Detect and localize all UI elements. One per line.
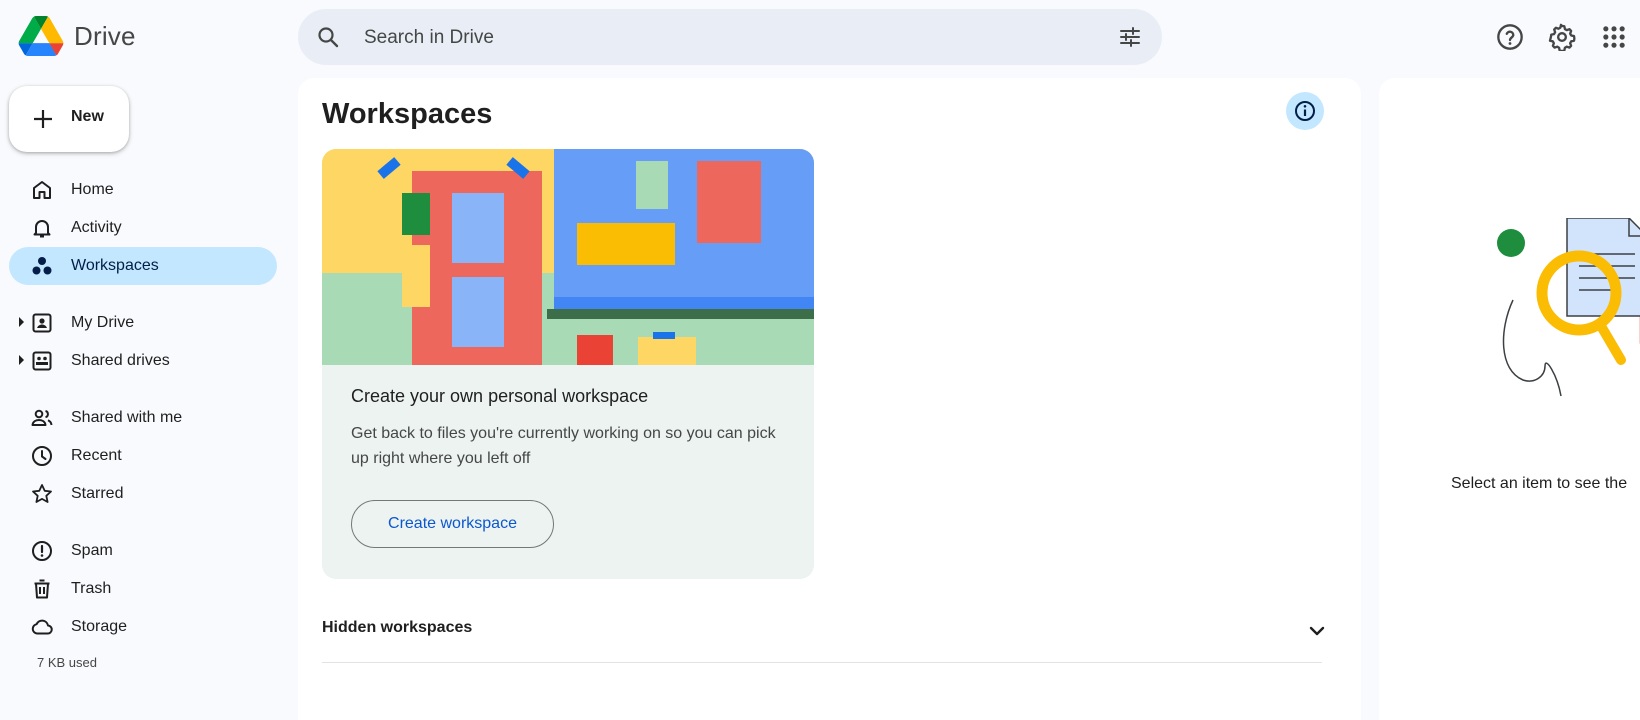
sidebar-item-shared-drives[interactable]: Shared drives <box>9 342 277 380</box>
sidebar-item-workspaces[interactable]: Workspaces <box>9 247 277 285</box>
info-button[interactable] <box>1286 92 1324 130</box>
sidebar-item-label: Home <box>71 181 114 198</box>
details-panel: Select an item to see the <box>1379 78 1640 720</box>
apps-button[interactable] <box>1588 20 1640 54</box>
expand-caret-icon[interactable] <box>19 317 24 327</box>
spam-icon <box>32 541 52 561</box>
help-icon <box>1497 24 1523 50</box>
sidebar-item-shared-with-me[interactable]: Shared with me <box>9 399 277 437</box>
sidebar-item-label: Trash <box>71 580 112 597</box>
details-empty-text: Select an item to see the <box>1451 475 1628 492</box>
main-content: Workspaces Create your own personal work… <box>298 78 1361 720</box>
sidebar-item-label: Shared with me <box>71 409 183 426</box>
sidebar-item-label: Spam <box>71 542 113 559</box>
new-button-label: New <box>71 108 104 125</box>
page-title: Workspaces <box>322 98 493 130</box>
search-options-icon[interactable] <box>1118 25 1142 49</box>
sidebar-item-home[interactable]: Home <box>9 171 277 209</box>
expand-caret-icon[interactable] <box>19 355 24 365</box>
sidebar-item-label: Shared drives <box>71 352 170 369</box>
sidebar-item-my-drive[interactable]: My Drive <box>9 304 277 342</box>
chevron-down-icon[interactable] <box>1305 619 1329 643</box>
settings-button[interactable] <box>1536 20 1588 54</box>
hidden-workspaces-label: Hidden workspaces <box>322 619 473 636</box>
sidebar-item-trash[interactable]: Trash <box>9 570 277 608</box>
workspaces-icon <box>32 257 52 275</box>
sidebar-item-storage[interactable]: Storage <box>9 608 277 646</box>
workspace-promo-card: Create your own personal workspace Get b… <box>322 149 814 579</box>
storage-used-text: 7 KB used <box>37 655 97 670</box>
search-input[interactable]: Search in Drive <box>364 27 494 49</box>
hidden-workspaces-section[interactable]: Hidden workspaces <box>322 603 1325 663</box>
no-selection-illustration <box>1497 218 1640 397</box>
sidebar-item-activity[interactable]: Activity <box>9 209 277 247</box>
sidebar-item-label: Activity <box>71 219 122 236</box>
drive-logo[interactable]: Drive <box>18 16 136 56</box>
sidebar-item-spam[interactable]: Spam <box>9 532 277 570</box>
app-name: Drive <box>74 20 136 51</box>
plus-icon <box>34 110 52 128</box>
info-icon <box>1295 101 1315 121</box>
sidebar-item-label: Starred <box>71 485 124 502</box>
people-icon <box>31 409 53 426</box>
shared-drives-icon <box>32 351 52 371</box>
help-button[interactable] <box>1484 20 1536 54</box>
card-title: Create your own personal workspace <box>351 386 649 406</box>
workspace-illustration <box>322 149 814 365</box>
new-button[interactable]: New <box>9 86 129 152</box>
search-bar[interactable]: Search in Drive <box>298 9 1162 65</box>
trash-icon <box>34 579 50 599</box>
bell-icon <box>33 220 51 238</box>
sidebar-item-label: Workspaces <box>71 257 159 274</box>
apps-grid-icon <box>1603 26 1625 48</box>
top-actions <box>1484 20 1640 54</box>
sidebar-item-label: My Drive <box>71 314 135 331</box>
my-drive-icon <box>32 313 52 333</box>
card-description: Get back to files you're currently worki… <box>351 425 776 467</box>
sidebar-item-label: Recent <box>71 447 122 464</box>
clock-icon <box>32 446 52 466</box>
home-icon <box>33 181 51 199</box>
sidebar-item-starred[interactable]: Starred <box>9 475 277 513</box>
search-icon[interactable] <box>316 25 340 49</box>
drive-logo-icon <box>18 16 64 56</box>
settings-icon <box>1548 23 1576 51</box>
sidebar-item-label: Storage <box>71 618 128 635</box>
sidebar-item-recent[interactable]: Recent <box>9 437 277 475</box>
create-workspace-button[interactable]: Create workspace <box>351 500 554 548</box>
star-icon <box>32 484 52 503</box>
cloud-icon <box>31 619 53 635</box>
